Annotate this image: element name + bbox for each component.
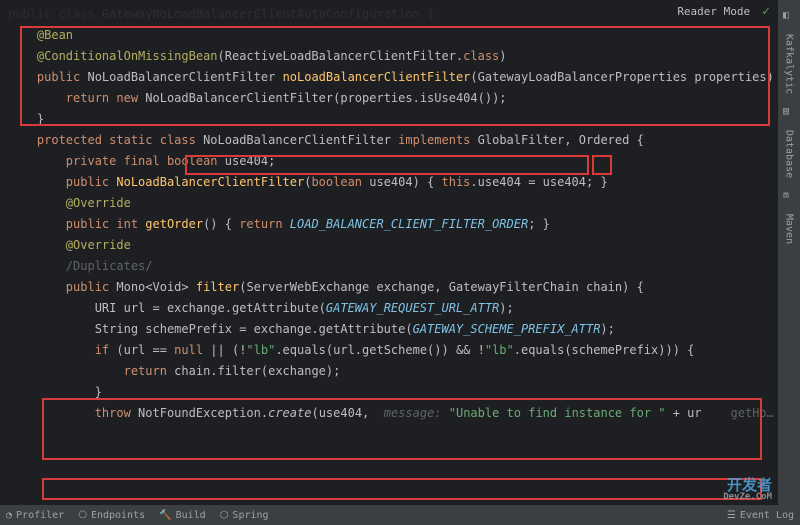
- rail-tab-database[interactable]: Database: [782, 122, 797, 186]
- code-token: private final boolean: [8, 154, 225, 168]
- bottom-tool-bar: ◔ Profiler ⎔ Endpoints 🔨 Build ⬡Spring ☰ Eve…: [0, 505, 800, 525]
- rail-tab-kafkalytic[interactable]: Kafkalytic: [782, 26, 797, 102]
- code-token: || (!: [210, 343, 246, 357]
- code-token: class: [463, 49, 499, 63]
- code-token: public int: [8, 217, 145, 231]
- code-token: .equals(url.getScheme()) && !: [275, 343, 485, 357]
- code-area[interactable]: public class GatewayNoLoadBalancerClient…: [0, 0, 778, 432]
- code-token: NotFoundException: [138, 406, 261, 420]
- code-token: public: [8, 175, 116, 189]
- database-icon[interactable]: ▤: [783, 106, 795, 118]
- code-token: return: [239, 217, 290, 231]
- spring-icon: ⬡: [220, 510, 229, 521]
- code-token: use404) {: [369, 175, 441, 189]
- code-token: (GatewayLoadBalancerProperties propertie…: [470, 70, 778, 84]
- code-token: getOrder: [145, 217, 203, 231]
- bottom-tab-spring[interactable]: ⬡Spring: [220, 510, 269, 521]
- eventlog-icon: ☰: [727, 510, 736, 521]
- code-token: NoLoadBalancerClientFilter: [116, 175, 304, 189]
- code-token: return: [8, 364, 174, 378]
- code-token: Mono<Void>: [116, 280, 195, 294]
- highlight-box: [42, 478, 762, 500]
- bottom-tab-eventlog[interactable]: ☰ Event Log: [727, 510, 794, 521]
- code-token: ): [499, 49, 506, 63]
- inspection-check-icon[interactable]: ✓: [762, 4, 770, 19]
- code-token: getHo… );: [702, 406, 778, 420]
- code-token: null: [174, 343, 210, 357]
- code-token: URI url = exchange.getAttribute(: [8, 301, 326, 315]
- code-token: .equals(schemePrefix))) {: [514, 343, 695, 357]
- code-token: );: [600, 322, 614, 336]
- code-token: NoLoadBalancerClientFilter(properties.is…: [145, 91, 506, 105]
- code-token: );: [499, 301, 513, 315]
- code-token: (use404,: [311, 406, 383, 420]
- reader-mode-button[interactable]: Reader Mode: [671, 5, 756, 18]
- code-line: }: [8, 109, 770, 130]
- kafkalytic-icon[interactable]: ◧: [783, 10, 795, 22]
- code-token: NoLoadBalancerClientFilter: [87, 70, 282, 84]
- watermark-main: 开发者: [727, 476, 772, 494]
- bottom-tab-profiler[interactable]: ◔ Profiler: [6, 510, 64, 521]
- code-token: GATEWAY_REQUEST_URL_ATTR: [326, 301, 499, 315]
- code-token: create: [268, 406, 311, 420]
- code-token: use404;: [225, 154, 276, 168]
- code-token: (ServerWebExchange exchange, GatewayFilt…: [239, 280, 644, 294]
- editor-top-bar: Reader Mode ✓: [0, 0, 778, 22]
- code-token: noLoadBalancerClientFilter: [283, 70, 471, 84]
- code-token: this: [442, 175, 471, 189]
- code-token: String schemePrefix = exchange.getAttrib…: [8, 322, 413, 336]
- code-token: "lb": [485, 343, 514, 357]
- code-line: }: [8, 382, 770, 403]
- code-token: () {: [203, 217, 239, 231]
- code-token: (url ==: [116, 343, 174, 357]
- code-token: throw: [8, 406, 138, 420]
- code-token: /Duplicates/: [8, 259, 153, 273]
- bottom-tab-label: Event Log: [740, 510, 794, 521]
- bottom-tab-label: Spring: [232, 510, 268, 521]
- code-token: {: [637, 133, 644, 147]
- build-icon: 🔨: [159, 510, 171, 521]
- code-token: public: [8, 280, 116, 294]
- rail-tab-maven[interactable]: Maven: [782, 206, 797, 252]
- bottom-tab-label: Profiler: [16, 510, 64, 521]
- code-token: (ReactiveLoadBalancerClientFilter.: [218, 49, 464, 63]
- code-token: "lb": [246, 343, 275, 357]
- code-token: .use404 = use404; }: [470, 175, 607, 189]
- maven-icon[interactable]: m: [783, 190, 795, 202]
- code-token: implements: [398, 133, 477, 147]
- code-token: message:: [384, 406, 449, 420]
- code-token: NoLoadBalancerClientFilter: [203, 133, 398, 147]
- code-token: + ur: [666, 406, 702, 420]
- code-token: @Override: [8, 238, 131, 252]
- bottom-tab-label: Endpoints: [91, 510, 145, 521]
- code-token: public: [8, 70, 87, 84]
- watermark: 开发者 DevZe.CoM: [723, 477, 772, 503]
- right-tool-rail: ◧ Kafkalytic ▤ Database m Maven: [778, 0, 800, 505]
- code-token: if: [8, 343, 116, 357]
- code-token: filter: [196, 280, 239, 294]
- editor-area: Reader Mode ✓ public class GatewayNoLoad…: [0, 0, 778, 505]
- code-token: return new: [8, 91, 145, 105]
- code-token: boolean: [311, 175, 369, 189]
- bottom-tab-build[interactable]: 🔨 Build: [159, 510, 206, 521]
- endpoints-icon: ⎔: [78, 510, 87, 521]
- bottom-tab-label: Build: [176, 510, 206, 521]
- code-token: GATEWAY_SCHEME_PREFIX_ATTR: [413, 322, 601, 336]
- watermark-sub: DevZe.CoM: [723, 493, 772, 503]
- code-token: protected static class: [8, 133, 203, 147]
- code-token: LOAD_BALANCER_CLIENT_FILTER_ORDER: [290, 217, 528, 231]
- code-token: @Bean: [8, 28, 73, 42]
- code-token: @ConditionalOnMissingBean: [8, 49, 218, 63]
- code-token: ; }: [528, 217, 550, 231]
- code-token: @Override: [8, 196, 131, 210]
- code-token: GlobalFilter, Ordered: [478, 133, 637, 147]
- code-token: chain.filter(exchange);: [174, 364, 340, 378]
- profiler-icon: ◔: [6, 510, 12, 521]
- bottom-tab-endpoints[interactable]: ⎔ Endpoints: [78, 510, 145, 521]
- code-token: "Unable to find instance for ": [449, 406, 666, 420]
